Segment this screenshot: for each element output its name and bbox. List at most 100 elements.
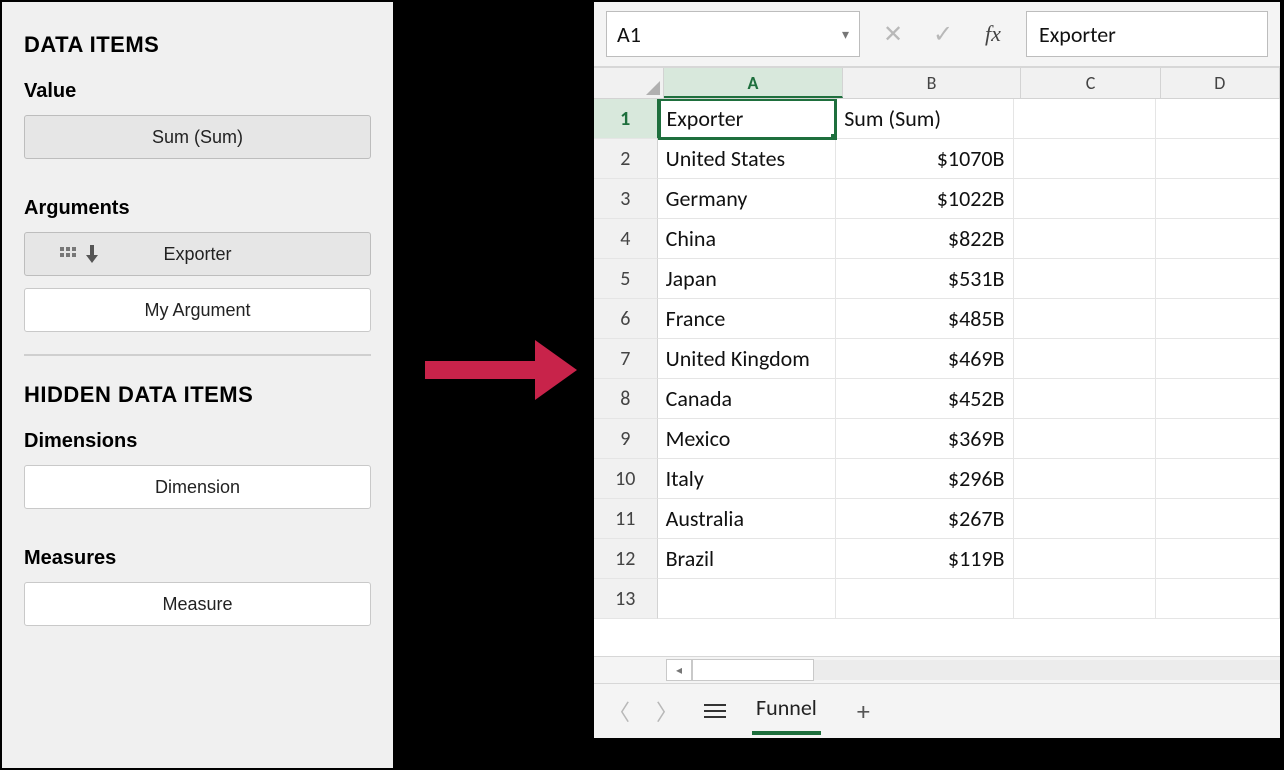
column-header-A[interactable]: A <box>664 68 843 98</box>
cancel-edit-icon[interactable]: ✕ <box>876 20 910 49</box>
cell[interactable] <box>1014 419 1156 459</box>
row-header[interactable]: 10 <box>594 459 658 499</box>
cell[interactable]: Japan <box>658 259 836 299</box>
cell[interactable] <box>1156 219 1280 259</box>
cell[interactable] <box>1156 299 1280 339</box>
row-header[interactable]: 1 <box>594 99 659 139</box>
cell[interactable]: France <box>658 299 836 339</box>
cell[interactable] <box>1014 459 1156 499</box>
sheet-tab-funnel[interactable]: Funnel <box>752 688 821 735</box>
cell[interactable]: Canada <box>658 379 836 419</box>
row-header[interactable]: 6 <box>594 299 658 339</box>
cell[interactable] <box>1014 139 1156 179</box>
cell[interactable] <box>1156 259 1280 299</box>
cell[interactable]: China <box>658 219 836 259</box>
select-all-corner[interactable] <box>594 68 664 98</box>
cell[interactable]: $369B <box>836 419 1014 459</box>
cell[interactable]: $119B <box>836 539 1014 579</box>
cell[interactable]: Sum (Sum) <box>836 99 1014 139</box>
cell[interactable]: $822B <box>836 219 1014 259</box>
cell[interactable]: $452B <box>836 379 1014 419</box>
row-header[interactable]: 3 <box>594 179 658 219</box>
cell[interactable]: United States <box>658 139 836 179</box>
scroll-track[interactable] <box>814 660 1280 680</box>
row-header[interactable]: 13 <box>594 579 658 619</box>
cell[interactable]: $469B <box>836 339 1014 379</box>
confirm-edit-icon[interactable]: ✓ <box>926 20 960 49</box>
table-row: 4China$822B <box>594 219 1280 259</box>
scroll-thumb[interactable] <box>692 659 814 681</box>
cell[interactable] <box>1156 339 1280 379</box>
cell[interactable] <box>1156 179 1280 219</box>
cell[interactable] <box>1014 99 1156 139</box>
cell[interactable]: $267B <box>836 499 1014 539</box>
cell[interactable] <box>658 579 836 619</box>
dimension-placeholder-field[interactable]: Dimension <box>24 465 371 509</box>
insert-function-icon[interactable]: fx <box>976 21 1010 47</box>
cell[interactable]: Exporter <box>659 99 837 139</box>
table-row: 9Mexico$369B <box>594 419 1280 459</box>
cell[interactable] <box>1014 299 1156 339</box>
row-header[interactable]: 4 <box>594 219 658 259</box>
cell[interactable]: Italy <box>658 459 836 499</box>
cell[interactable] <box>1156 539 1280 579</box>
cell[interactable]: $485B <box>836 299 1014 339</box>
grid-dots-icon <box>60 247 78 261</box>
chevron-down-icon[interactable]: ▾ <box>842 26 849 43</box>
column-header-row: A B C D <box>594 68 1280 99</box>
cell[interactable] <box>1014 339 1156 379</box>
cell[interactable] <box>1014 539 1156 579</box>
sheet-nav-next-icon[interactable]: 〉 <box>656 695 678 727</box>
add-sheet-icon[interactable]: + <box>857 695 870 727</box>
cell[interactable] <box>1014 179 1156 219</box>
cell[interactable]: $296B <box>836 459 1014 499</box>
cell[interactable] <box>1156 139 1280 179</box>
horizontal-scrollbar[interactable]: ◂ <box>594 656 1280 683</box>
column-header-B[interactable]: B <box>843 68 1022 98</box>
cell[interactable]: Australia <box>658 499 836 539</box>
row-header[interactable]: 7 <box>594 339 658 379</box>
row-header[interactable]: 2 <box>594 139 658 179</box>
cell[interactable]: Brazil <box>658 539 836 579</box>
row-header[interactable]: 11 <box>594 499 658 539</box>
scroll-left-icon[interactable]: ◂ <box>666 659 692 681</box>
row-header[interactable]: 5 <box>594 259 658 299</box>
column-header-D[interactable]: D <box>1161 68 1280 98</box>
value-field[interactable]: Sum (Sum) <box>24 115 371 159</box>
argument-field[interactable]: Exporter <box>24 232 371 276</box>
cell[interactable] <box>1156 379 1280 419</box>
measure-placeholder-field[interactable]: Measure <box>24 582 371 626</box>
formula-input-value: Exporter <box>1039 21 1116 48</box>
cell[interactable] <box>1014 259 1156 299</box>
cell[interactable]: Mexico <box>658 419 836 459</box>
formula-input[interactable]: Exporter <box>1026 11 1268 57</box>
cell[interactable] <box>1156 99 1280 139</box>
cell[interactable] <box>1156 579 1280 619</box>
cell[interactable]: Germany <box>658 179 836 219</box>
cell[interactable]: $1070B <box>836 139 1014 179</box>
table-row: 5Japan$531B <box>594 259 1280 299</box>
cell[interactable]: $531B <box>836 259 1014 299</box>
sort-down-icon <box>86 245 98 263</box>
row-header[interactable]: 9 <box>594 419 658 459</box>
cell[interactable] <box>1156 419 1280 459</box>
row-header[interactable]: 12 <box>594 539 658 579</box>
argument-placeholder-text: My Argument <box>144 300 250 321</box>
cell[interactable] <box>836 579 1014 619</box>
sheet-nav-prev-icon[interactable]: 〈 <box>608 695 630 727</box>
cell[interactable]: $1022B <box>836 179 1014 219</box>
table-row: 7United Kingdom$469B <box>594 339 1280 379</box>
arguments-section-label: Arguments <box>24 197 371 220</box>
sheet-menu-icon[interactable] <box>704 703 726 719</box>
name-box[interactable]: A1 ▾ <box>606 11 860 57</box>
row-header[interactable]: 8 <box>594 379 658 419</box>
cell[interactable] <box>1014 379 1156 419</box>
cell[interactable]: United Kingdom <box>658 339 836 379</box>
cell[interactable] <box>1156 459 1280 499</box>
cell[interactable] <box>1156 499 1280 539</box>
cell[interactable] <box>1014 579 1156 619</box>
argument-placeholder-field[interactable]: My Argument <box>24 288 371 332</box>
column-header-C[interactable]: C <box>1021 68 1160 98</box>
cell[interactable] <box>1014 219 1156 259</box>
cell[interactable] <box>1014 499 1156 539</box>
